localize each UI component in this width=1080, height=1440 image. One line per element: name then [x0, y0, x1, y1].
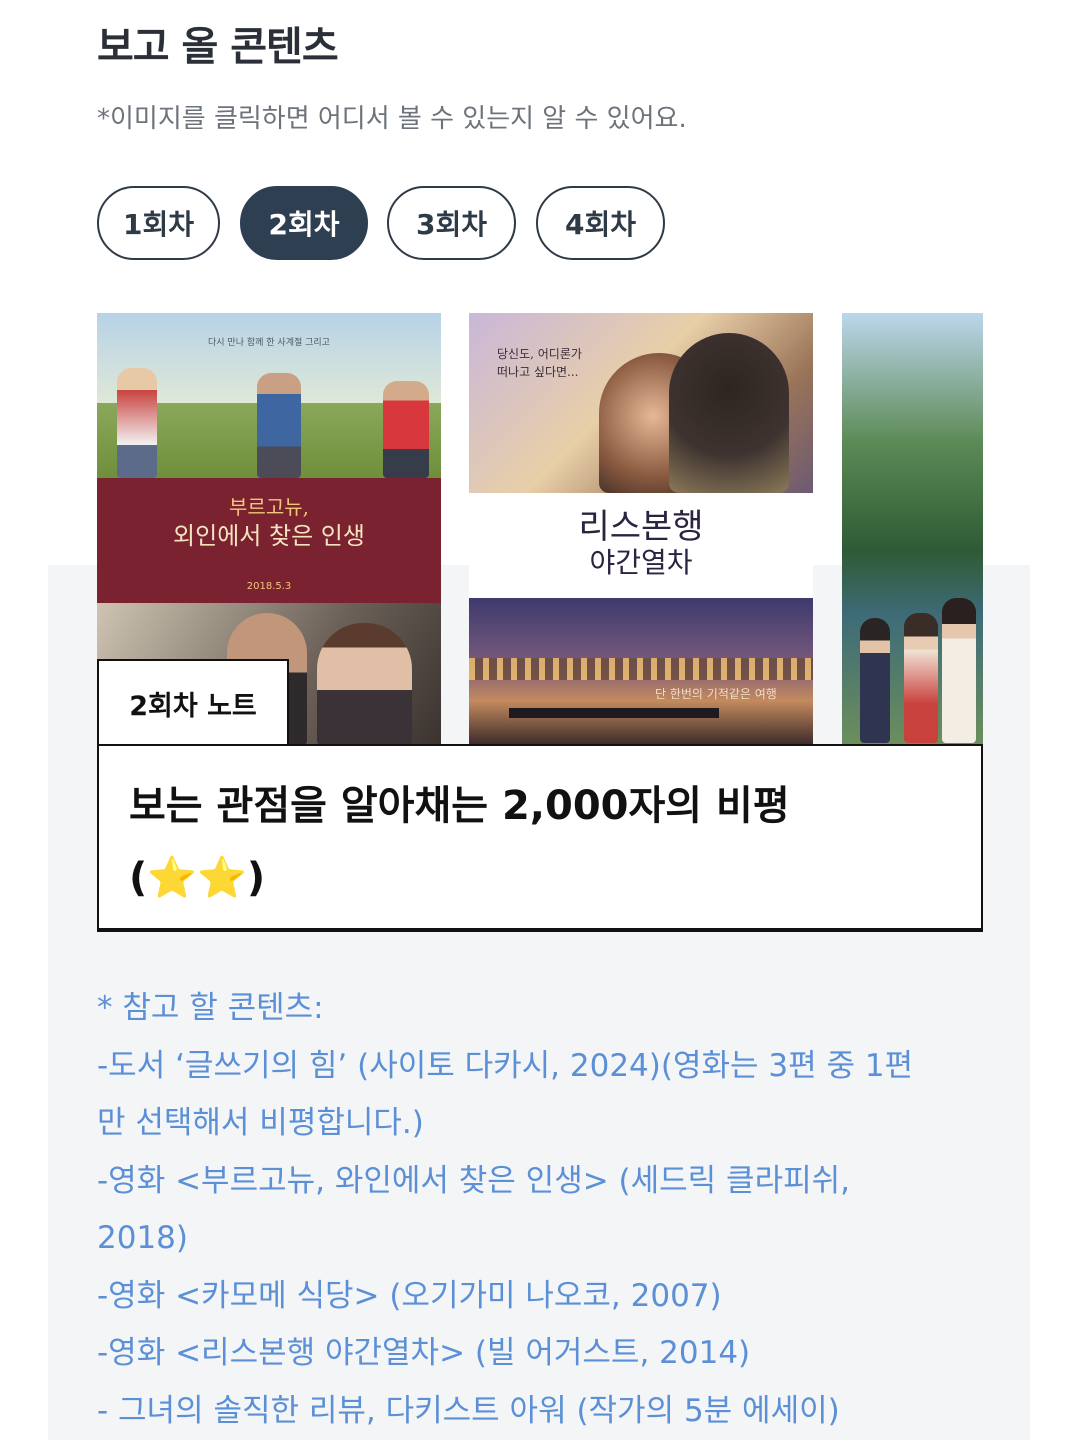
poster-release-date: 2018.5.3	[246, 581, 292, 592]
bench	[509, 708, 719, 718]
note-tag: 2회차 노트	[97, 659, 289, 745]
poster-bottom-text: 단 한번의 기적같은 여행	[655, 687, 777, 701]
reference-item: -영화 <리스본행 야간열차> (빌 어거스트, 2014)	[97, 1335, 751, 1371]
reference-item: - 그녀의 솔직한 리뷰, 다키스트 아워 (작가의 5분 에세이)	[97, 1392, 840, 1429]
tab-session-1[interactable]: 1회차	[97, 186, 220, 260]
reference-header: * 참고 할 콘텐츠:	[97, 990, 324, 1026]
railing	[469, 658, 813, 680]
poster-kamome[interactable]	[842, 313, 983, 745]
tab-session-2[interactable]: 2회차	[240, 186, 368, 260]
tab-session-3[interactable]: 3회차	[387, 186, 516, 260]
reference-item: 만 선택해서 비평합니다.)	[97, 1105, 424, 1141]
page-subtitle: *이미지를 클릭하면 어디서 볼 수 있는지 알 수 있어요.	[97, 104, 687, 134]
reference-item: -영화 <카모메 식당> (오기가미 나오코, 2007)	[97, 1277, 722, 1314]
poster-tagline: 다시 만나 함께 한 사계절 그리고	[208, 338, 330, 348]
actor-figure	[317, 623, 412, 745]
note-rating: (⭐⭐)	[129, 855, 266, 901]
actor-figure	[860, 618, 890, 743]
poster-tagline: 당신도, 어디론가 떠나고 싶다면...	[497, 347, 582, 379]
poster-title-line2: 외인에서 찾은 인생	[173, 522, 365, 550]
reference-item: 2018)	[97, 1220, 188, 1256]
poster-title-line2: 야간열차	[589, 546, 693, 579]
actor-figure	[117, 368, 157, 478]
page-title: 보고 올 콘텐츠	[97, 24, 339, 70]
actor-figure	[904, 613, 938, 743]
tab-session-4[interactable]: 4회차	[536, 186, 665, 260]
note-heading: 보는 관점을 알아채는 2,000자의 비평	[129, 783, 790, 829]
actor-figure	[257, 373, 301, 478]
actor-figure	[383, 381, 429, 478]
note-card: 보는 관점을 알아채는 2,000자의 비평 (⭐⭐)	[97, 744, 983, 932]
reference-item: -도서 ‘글쓰기의 힘’ (사이토 다카시, 2024)(영화는 3편 중 1편	[97, 1047, 914, 1084]
reference-item: -영화 <부르고뉴, 와인에서 찾은 인생> (세드릭 클라피쉬,	[97, 1162, 850, 1199]
poster-lisbon[interactable]: 당신도, 어디론가 떠나고 싶다면... 리스본행 야간열차 단 한번의 기적같…	[469, 313, 813, 745]
actor-figure	[942, 598, 976, 743]
reference-list: * 참고 할 콘텐츠: -도서 ‘글쓰기의 힘’ (사이토 다카시, 2024)…	[97, 980, 977, 1440]
actor-figure	[669, 333, 789, 493]
